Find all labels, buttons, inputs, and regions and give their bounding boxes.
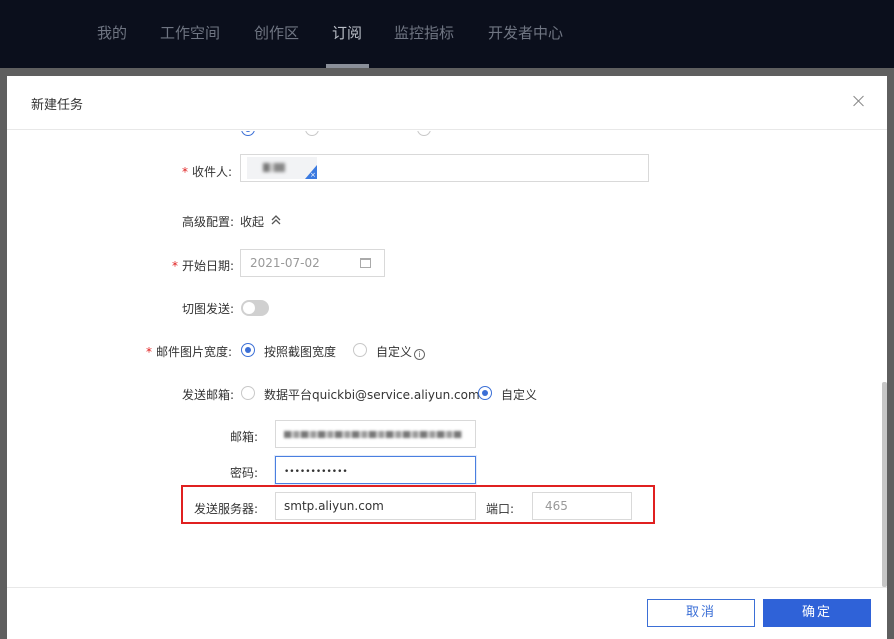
start-date-label: * 开始日期: (172, 259, 235, 273)
highlight-annotation-box (181, 485, 655, 524)
password-label: 密码: (230, 466, 259, 480)
confirm-button[interactable]: 确定 (763, 599, 871, 627)
recipient-tag-blur (263, 163, 285, 172)
chevron-up-icon[interactable] (269, 213, 283, 227)
slice-send-toggle[interactable] (241, 300, 269, 316)
nav-item-workspace[interactable]: 工作空间 (160, 22, 220, 43)
nav-item-create[interactable]: 创作区 (254, 22, 299, 43)
send-mail-option-platform[interactable]: 数据平台quickbi@service.aliyun.com (264, 386, 480, 403)
scrolled-radio-3[interactable] (417, 131, 431, 136)
nav-item-monitor[interactable]: 监控指标 (394, 22, 454, 43)
password-input[interactable]: •••••••••••• (275, 456, 476, 484)
scrolled-radio-1[interactable] (241, 131, 255, 136)
tag-remove-icon[interactable]: × (310, 171, 316, 179)
nav-item-subscribe[interactable]: 订阅 (332, 22, 362, 43)
recipient-label: * 收件人: (182, 165, 233, 179)
cancel-button[interactable]: 取消 (647, 599, 755, 627)
email-value-blur (284, 431, 462, 438)
scrolled-radio-2[interactable] (305, 131, 319, 136)
send-mail-label: 发送邮箱: (182, 388, 235, 402)
start-date-value: 2021-07-02 (250, 256, 320, 270)
image-width-option-custom-text: 自定义 (376, 345, 413, 359)
nav-item-developer[interactable]: 开发者中心 (488, 22, 563, 43)
send-mail-radio-platform[interactable] (241, 386, 255, 400)
password-value: •••••••••••• (284, 467, 348, 477)
image-width-label: * 邮件图片宽度: (146, 345, 233, 359)
email-input[interactable] (275, 420, 476, 448)
image-width-option-custom[interactable]: 自定义 i (376, 343, 426, 360)
modal-header: 新建任务 (7, 76, 887, 130)
modal-footer (7, 587, 887, 639)
image-width-option-screenshot[interactable]: 按照截图宽度 (264, 343, 336, 360)
new-task-modal: 新建任务 * 收件人: × 高级配置: 收起 * 开始日期: 2021-07-02 (7, 76, 887, 639)
scrolled-radio-row (239, 131, 479, 138)
send-mail-option-custom[interactable]: 自定义 (501, 386, 537, 403)
nav-item-mine[interactable]: 我的 (97, 22, 127, 43)
image-width-label-text: 邮件图片宽度: (156, 345, 233, 359)
modal-title: 新建任务 (31, 98, 84, 113)
close-icon[interactable] (851, 93, 867, 109)
recipient-label-text: 收件人: (192, 165, 233, 179)
advanced-label: 高级配置: (182, 215, 235, 229)
scrollbar-thumb[interactable] (882, 382, 887, 587)
info-icon[interactable]: i (414, 349, 426, 360)
send-mail-radio-custom[interactable] (478, 386, 492, 400)
email-label: 邮箱: (230, 430, 259, 444)
image-width-radio-screenshot[interactable] (241, 343, 255, 357)
start-date-label-text: 开始日期: (182, 259, 235, 273)
image-width-radio-custom[interactable] (353, 343, 367, 357)
calendar-icon[interactable] (360, 258, 371, 268)
slice-send-label: 切图发送: (182, 302, 235, 316)
top-navigation: 我的 工作空间 创作区 订阅 监控指标 开发者中心 (0, 0, 894, 68)
advanced-collapse-link[interactable]: 收起 (240, 213, 264, 230)
